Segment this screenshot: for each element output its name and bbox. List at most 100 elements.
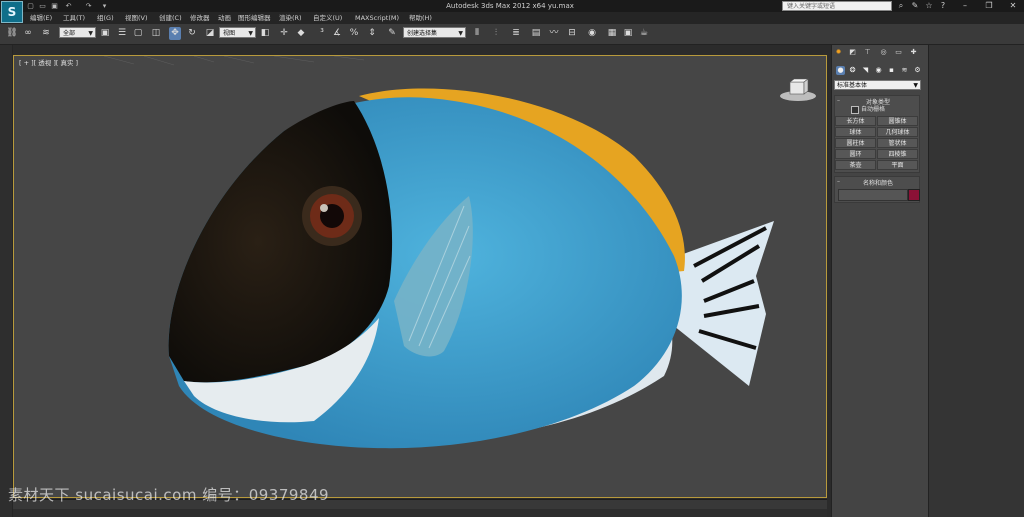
percent-snap-icon[interactable]: % [348, 27, 360, 40]
tube-button[interactable]: 管状体 [877, 138, 918, 148]
select-and-move-icon[interactable]: ✥ [169, 27, 181, 40]
select-and-scale-icon[interactable]: ◪ [204, 27, 216, 40]
new-file-icon[interactable]: ▢ [26, 2, 35, 10]
search-icon[interactable]: ⌕ [896, 1, 906, 11]
helpers-icon[interactable]: ▪ [887, 66, 896, 75]
graphite-tools-icon[interactable]: ▤ [530, 27, 542, 40]
select-and-rotate-icon[interactable]: ↻ [186, 27, 198, 40]
display-tab-icon[interactable]: ▭ [894, 48, 903, 57]
search-input[interactable]: 键入关键字或短语 [782, 1, 892, 11]
menu-bar [0, 12, 1024, 24]
systems-icon[interactable]: ⚙ [913, 66, 922, 75]
app-logo-icon[interactable]: S [1, 1, 23, 23]
menu-views[interactable]: 视图(V) [125, 12, 148, 24]
named-selection-value: 创建选择集 [407, 30, 438, 37]
menu-group[interactable]: 组(G) [97, 12, 114, 24]
shapes-icon[interactable]: ❂ [848, 66, 857, 75]
pivot-center-icon[interactable]: ◧ [259, 27, 271, 40]
mirror-icon[interactable]: ⫴ [471, 27, 483, 40]
render-production-icon[interactable]: ☕ [638, 27, 650, 40]
left-viewport-strip [0, 45, 13, 517]
pyramid-button[interactable]: 四棱锥 [877, 149, 918, 159]
viewport-label[interactable]: [ + ][ 透视 ][ 真实 ] [19, 57, 78, 67]
layer-manager-icon[interactable]: ≣ [510, 27, 522, 40]
rectangular-selection-icon[interactable]: ▢ [132, 27, 144, 40]
window-crossing-icon[interactable]: ◫ [150, 27, 162, 40]
space-warps-icon[interactable]: ≋ [900, 66, 909, 75]
track-bar[interactable] [13, 509, 827, 517]
select-object-icon[interactable]: ▣ [99, 27, 111, 40]
viewcube-icon[interactable] [778, 78, 818, 102]
bind-space-warp-icon[interactable]: ≋ [40, 27, 52, 40]
name-and-color-title[interactable]: 名称和颜色 [835, 178, 921, 187]
sphere-button[interactable]: 球体 [835, 127, 876, 137]
align-icon[interactable]: ⫶ [490, 27, 502, 40]
manipulate-icon[interactable]: ✛ [278, 27, 290, 40]
undo-icon[interactable]: ↶ [64, 2, 73, 10]
primitive-category-dropdown[interactable]: 标准基本体 ▼ [834, 80, 921, 90]
box-button[interactable]: 长方体 [835, 116, 876, 126]
lights-icon[interactable]: ◥ [861, 66, 870, 75]
hierarchy-tab-icon[interactable]: ⊤ [863, 48, 872, 57]
plane-button[interactable]: 平面 [877, 160, 918, 170]
menu-edit[interactable]: 编辑(E) [30, 12, 52, 24]
cylinder-button[interactable]: 圆柱体 [835, 138, 876, 148]
edit-named-selection-icon[interactable]: ✎ [386, 27, 398, 40]
menu-tools[interactable]: 工具(T) [63, 12, 85, 24]
menu-customize[interactable]: 自定义(U) [313, 12, 342, 24]
minimize-icon[interactable]: – [960, 1, 970, 11]
open-file-icon[interactable]: ▭ [38, 2, 47, 10]
torus-button[interactable]: 圆环 [835, 149, 876, 159]
close-icon[interactable]: ✕ [1008, 1, 1018, 11]
menu-graph-editors[interactable]: 图形编辑器 [238, 12, 271, 24]
quick-access-menu-icon[interactable]: ▾ [100, 2, 109, 10]
keyboard-shortcut-icon[interactable]: ◆ [295, 27, 307, 40]
menu-help[interactable]: 帮助(H) [409, 12, 432, 24]
object-color-swatch[interactable] [908, 189, 920, 201]
favorites-icon[interactable]: ☆ [924, 1, 934, 11]
fish-eye-highlight [320, 204, 328, 212]
redo-icon[interactable]: ↷ [84, 2, 93, 10]
menu-create[interactable]: 创建(C) [159, 12, 182, 24]
menu-modifiers[interactable]: 修改器 [190, 12, 210, 24]
geometry-icon[interactable]: ● [836, 66, 845, 75]
named-selection-dropdown[interactable]: 创建选择集 ▼ [403, 27, 466, 38]
rendered-frame-window-icon[interactable]: ▣ [622, 27, 634, 40]
right-dock-area [928, 45, 1024, 517]
perspective-viewport[interactable] [13, 55, 827, 498]
chevron-down-icon: ▼ [913, 82, 918, 89]
material-editor-icon[interactable]: ◉ [586, 27, 598, 40]
angle-snap-icon[interactable]: ∡ [331, 27, 343, 40]
spinner-snap-icon[interactable]: ⇕ [366, 27, 378, 40]
curve-editor-icon[interactable]: 〰 [548, 27, 560, 40]
primitive-category-value: 标准基本体 [837, 82, 868, 89]
cameras-icon[interactable]: ◉ [874, 66, 883, 75]
reference-coord-dropdown[interactable]: 视图 ▼ [219, 27, 256, 38]
menu-rendering[interactable]: 渲染(R) [279, 12, 302, 24]
save-icon[interactable]: ▣ [50, 2, 59, 10]
create-tab-icon[interactable]: ✹ [834, 48, 843, 57]
unlink-icon[interactable]: ∞ [22, 27, 34, 40]
snaps-toggle-icon[interactable]: ³ [316, 27, 328, 40]
geosphere-button[interactable]: 几何球体 [877, 127, 918, 137]
menu-maxscript[interactable]: MAXScript(M) [355, 12, 399, 24]
cone-button[interactable]: 圆锥体 [877, 116, 918, 126]
help-icon[interactable]: ? [938, 1, 948, 11]
restore-icon[interactable]: ❐ [984, 1, 994, 11]
utilities-tab-icon[interactable]: ✚ [909, 48, 918, 57]
menu-animation[interactable]: 动画 [218, 12, 231, 24]
watermark-text: 素材天下 sucaisucai.com 编号：09379849 [8, 486, 330, 504]
link-icon[interactable]: ⛓ [6, 27, 18, 40]
select-by-name-icon[interactable]: ☰ [116, 27, 128, 40]
modify-tab-icon[interactable]: ◩ [848, 48, 857, 57]
autogrid-checkbox[interactable] [851, 106, 859, 114]
schematic-view-icon[interactable]: ⊟ [566, 27, 578, 40]
tools-icon[interactable]: ✎ [910, 1, 920, 11]
render-setup-icon[interactable]: ▦ [606, 27, 618, 40]
selection-filter-dropdown[interactable]: 全部 ▼ [59, 27, 96, 38]
teapot-button[interactable]: 茶壶 [835, 160, 876, 170]
window-title: Autodesk 3ds Max 2012 x64 yu.max [446, 2, 574, 10]
chevron-down-icon: ▼ [458, 30, 463, 37]
motion-tab-icon[interactable]: ◎ [879, 48, 888, 57]
object-name-input[interactable] [838, 189, 908, 201]
